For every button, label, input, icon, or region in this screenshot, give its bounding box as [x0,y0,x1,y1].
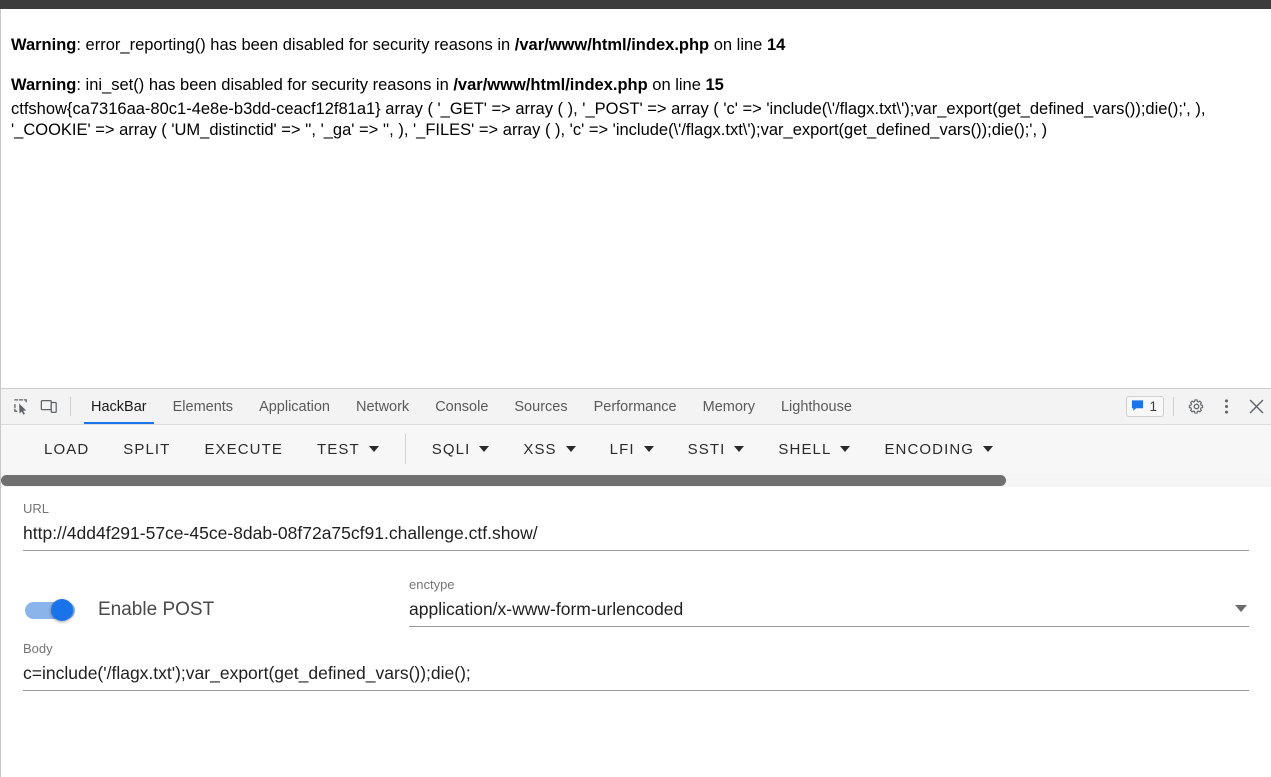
warning-file: /var/www/html/index.php [453,75,648,94]
warning-online: on line [647,75,706,94]
button-label: EXECUTE [204,440,283,458]
status-badge[interactable]: 1 [1126,396,1164,417]
warning-line-number: 14 [766,36,786,54]
execute-button[interactable]: EXECUTE [187,425,300,473]
chevron-down-icon [1235,604,1247,612]
chevron-down-icon [368,446,379,452]
sqli-menu-button[interactable]: SQLI [415,425,507,473]
tab-console[interactable]: Console [422,389,501,424]
tab-label: Lighthouse [780,398,852,415]
gear-icon[interactable] [1181,389,1211,424]
warning-label: Warning [11,36,77,54]
ssti-menu-button[interactable]: SSTI [671,425,762,473]
enctype-field-group: enctype application/x-www-form-urlencode… [409,577,1249,628]
body-label: Body [23,641,53,657]
php-output: Warning: error_reporting() has been disa… [1,9,1271,142]
hackbar-form: URL http://4dd4f291-57ce-45ce-8dab-08f72… [1,487,1271,777]
enable-post-group: Enable POST [23,599,409,627]
tab-label: Memory [702,398,755,415]
warning-label: Warning [11,75,77,94]
xss-menu-button[interactable]: XSS [506,425,592,473]
button-label: LFI [609,440,635,458]
page-viewport: Warning: error_reporting() has been disa… [0,9,1271,388]
tab-performance[interactable]: Performance [581,389,690,424]
lfi-menu-button[interactable]: LFI [593,425,671,473]
warning-text: : ini_set() has been disabled for securi… [76,75,454,94]
tab-elements[interactable]: Elements [160,389,246,424]
enable-post-label: Enable POST [98,599,215,621]
url-input[interactable]: http://4dd4f291-57ce-45ce-8dab-08f72a75c… [23,518,1249,546]
button-label: LOAD [44,440,90,458]
message-count: 1 [1149,399,1157,414]
tab-application[interactable]: Application [246,389,343,424]
button-label: XSS [523,440,557,458]
chevron-down-icon [983,446,994,452]
toolbar-scrollbar[interactable] [1,473,1271,487]
devtools-panel: HackBar Elements Application Network Con… [0,388,1271,777]
post-row: Enable POST enctype application/x-www-fo… [23,551,1249,628]
button-label: SSTI [687,440,726,458]
button-label: ENCODING [884,440,975,458]
toolbar-divider [404,434,406,464]
enctype-label: enctype [409,577,455,593]
shell-menu-button[interactable]: SHELL [761,425,867,473]
body-input[interactable]: c=include('/flagx.txt');var_export(get_d… [23,658,1249,686]
devtools-tabbar: HackBar Elements Application Network Con… [1,389,1271,425]
php-warning-2: Warning: ini_set() has been disabled for… [11,57,1261,97]
inspect-element-icon[interactable] [7,389,35,424]
badge-divider [1173,397,1174,416]
tab-label: Elements [172,398,234,415]
chevron-down-icon [565,446,576,452]
tab-memory[interactable]: Memory [690,389,768,424]
tab-label: Network [356,398,410,415]
button-label: SPLIT [123,440,171,458]
tabbar-spacer [865,389,1127,424]
body-field-group: Body c=include('/flagx.txt');var_export(… [23,627,1249,692]
browser-chrome-strip [0,0,1271,9]
warning-text: : error_reporting() has been disabled fo… [76,36,515,54]
hackbar-action-toolbar: LOAD SPLIT EXECUTE TEST SQLI XSS LFI SST… [1,425,1271,473]
tab-label: Application [259,398,330,415]
warning-online: on line [709,36,767,54]
tab-label: Sources [514,398,568,415]
enctype-select[interactable]: application/x-www-form-urlencoded [409,594,1249,622]
enctype-value: application/x-www-form-urlencoded [409,599,684,620]
enctype-underline [409,626,1249,628]
scrollbar-thumb[interactable] [1,475,1006,486]
kebab-menu-icon[interactable] [1211,389,1241,424]
tab-hackbar[interactable]: HackBar [78,389,160,424]
url-label: URL [23,501,50,516]
tab-lighthouse[interactable]: Lighthouse [768,389,865,424]
tab-network[interactable]: Network [343,389,422,424]
tab-sources[interactable]: Sources [501,389,580,424]
button-label: SHELL [778,440,832,458]
button-label: SQLI [431,440,471,458]
chevron-down-icon [734,446,745,452]
message-icon [1131,399,1144,415]
warning-line-number: 15 [705,75,724,94]
tab-label: Console [435,398,489,415]
split-button[interactable]: SPLIT [106,425,187,473]
chevron-down-icon [479,446,490,452]
warning-file: /var/www/html/index.php [514,36,710,54]
close-icon[interactable] [1241,389,1271,424]
toolbar-divider [70,397,71,416]
tab-label: Performance [593,398,677,415]
button-label: TEST [317,440,360,458]
body-underline [23,690,1249,692]
chevron-down-icon [840,446,851,452]
enable-post-toggle[interactable] [25,599,81,622]
test-menu-button[interactable]: TEST [300,425,396,473]
var-export-output: ctfshow{ca7316aa-80c1-4e8e-b3dd-ceacf12f… [11,99,1206,140]
url-field-group: URL http://4dd4f291-57ce-45ce-8dab-08f72… [23,487,1249,552]
tab-label: HackBar [91,398,147,415]
device-toolbar-icon[interactable] [35,389,63,424]
load-button[interactable]: LOAD [27,425,106,473]
php-warning-1: Warning: error_reporting() has been disa… [11,17,1261,57]
chevron-down-icon [643,446,654,452]
encoding-menu-button[interactable]: ENCODING [867,425,1010,473]
